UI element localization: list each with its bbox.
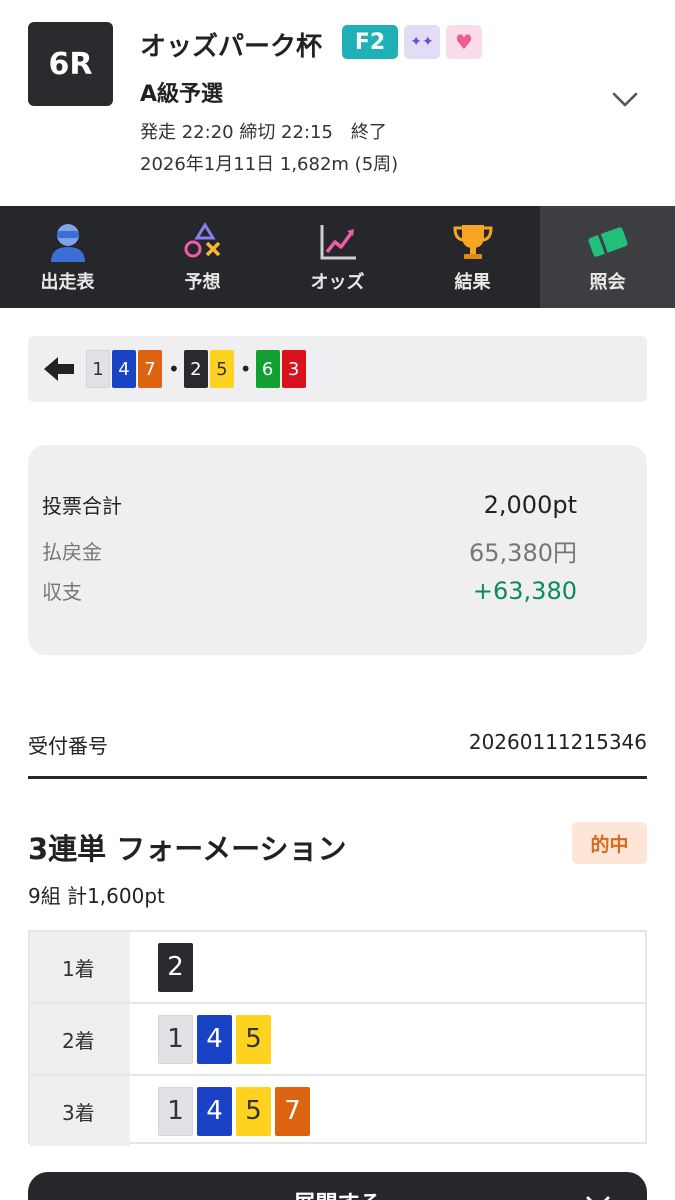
- number-ball: 4: [112, 350, 136, 388]
- trophy-icon: [452, 225, 493, 259]
- tab-label: 予想: [184, 272, 221, 293]
- number-ball: 5: [209, 350, 234, 388]
- race-tags: F2 ✦✦ ♥: [342, 25, 482, 59]
- tab-odds[interactable]: オッズ: [270, 206, 405, 308]
- position-numbers: 1 4 5: [130, 1004, 645, 1074]
- expand-button[interactable]: 展開する: [28, 1172, 647, 1200]
- race-nav-tabs: 出走表 予想 オッズ 結果 照会: [0, 206, 675, 308]
- number-ball: 7: [138, 350, 162, 388]
- tab-label: 結果: [454, 272, 491, 293]
- position-numbers: 2: [130, 932, 645, 1002]
- summary-balance-value: +63,380: [472, 576, 577, 605]
- summary-total-row: 投票合計 2,000pt: [42, 490, 577, 519]
- expand-button-label: 展開する: [293, 1186, 381, 1200]
- position-label: 2着: [30, 1004, 130, 1074]
- formation-row-first: 1着 2: [30, 932, 645, 1002]
- tab-entry-list[interactable]: 出走表: [0, 206, 135, 308]
- race-class: A級予選: [140, 82, 224, 107]
- number-ball: 4: [197, 1086, 232, 1136]
- separator-dot: •: [239, 357, 252, 381]
- summary-payout-row: 払戻金 65,380円: [42, 533, 577, 568]
- summary-balance-row: 収支 +63,380: [42, 576, 577, 605]
- bet-type-title: 3連単 フォーメーション: [28, 832, 347, 866]
- receipt-label: 受付番号: [28, 734, 108, 758]
- odds-chart-icon: [320, 225, 356, 260]
- formation-row-second: 2着 1 4 5: [30, 1004, 645, 1074]
- grade-badge: F2: [342, 25, 398, 59]
- tab-results[interactable]: 結果: [405, 206, 540, 308]
- formation-row-third: 3着 1 4 5 7: [30, 1076, 645, 1146]
- hit-status-badge: 的中: [572, 822, 647, 864]
- number-ball: 1: [158, 1014, 193, 1064]
- separator-dot: •: [168, 357, 180, 381]
- number-ball: 4: [197, 1014, 232, 1064]
- number-ball: 5: [236, 1086, 271, 1136]
- number-ball: 2: [183, 350, 208, 388]
- race-header: 6R オッズパーク杯 F2 ✦✦ ♥ A級予選 発走 22:20 締切 22:1…: [0, 0, 675, 206]
- number-ball: 7: [275, 1086, 310, 1136]
- ticket-icon: [588, 227, 627, 257]
- night-star-icon: ✦✦: [404, 25, 440, 59]
- prediction-icon: [184, 222, 220, 258]
- position-label: 1着: [30, 932, 130, 1002]
- rider-icon: [50, 224, 85, 262]
- receipt-value: 20260111215346: [468, 730, 647, 754]
- race-times: 発走 22:20 締切 22:15 終了: [140, 122, 387, 143]
- section-divider: [28, 776, 647, 779]
- race-date-info: 2026年1月11日 1,682m (5周): [140, 154, 399, 175]
- chevron-down-icon: [586, 1196, 610, 1200]
- number-ball: 1: [86, 350, 110, 388]
- summary-label: 払戻金: [42, 540, 102, 564]
- tab-label: オッズ: [310, 272, 365, 293]
- tab-label: 出走表: [40, 272, 95, 293]
- number-ball: 5: [236, 1014, 271, 1064]
- summary-label: 投票合計: [42, 494, 122, 518]
- position-label: 3着: [30, 1076, 130, 1146]
- summary-value: 2,000pt: [483, 490, 577, 519]
- heart-icon: ♥: [446, 25, 482, 59]
- bet-count: 9組 計1,600pt: [28, 884, 165, 908]
- summary-label: 収支: [42, 580, 82, 604]
- receipt-number-row: 受付番号 20260111215346: [28, 730, 647, 759]
- tab-inquiry[interactable]: 照会: [540, 206, 675, 308]
- arrow-left-icon[interactable]: [44, 355, 76, 383]
- number-ball: 1: [158, 1086, 193, 1136]
- formation-table: 1着 2 2着 1 4 5 3着 1 4 5 7: [28, 930, 647, 1146]
- race-title: オッズパーク杯: [140, 32, 323, 62]
- number-ball: 3: [281, 350, 306, 388]
- tab-prediction[interactable]: 予想: [135, 206, 270, 308]
- number-ball: 2: [158, 942, 193, 992]
- position-numbers: 1 4 5 7: [130, 1076, 645, 1146]
- summary-value: 65,380円: [469, 539, 577, 567]
- number-ball: 6: [255, 350, 280, 388]
- race-number-badge: 6R: [28, 22, 113, 106]
- selected-combination-bar: 1 4 7 • 2 5 • 6 3: [28, 336, 647, 402]
- tab-label: 照会: [589, 272, 626, 293]
- chevron-down-icon[interactable]: [610, 84, 640, 114]
